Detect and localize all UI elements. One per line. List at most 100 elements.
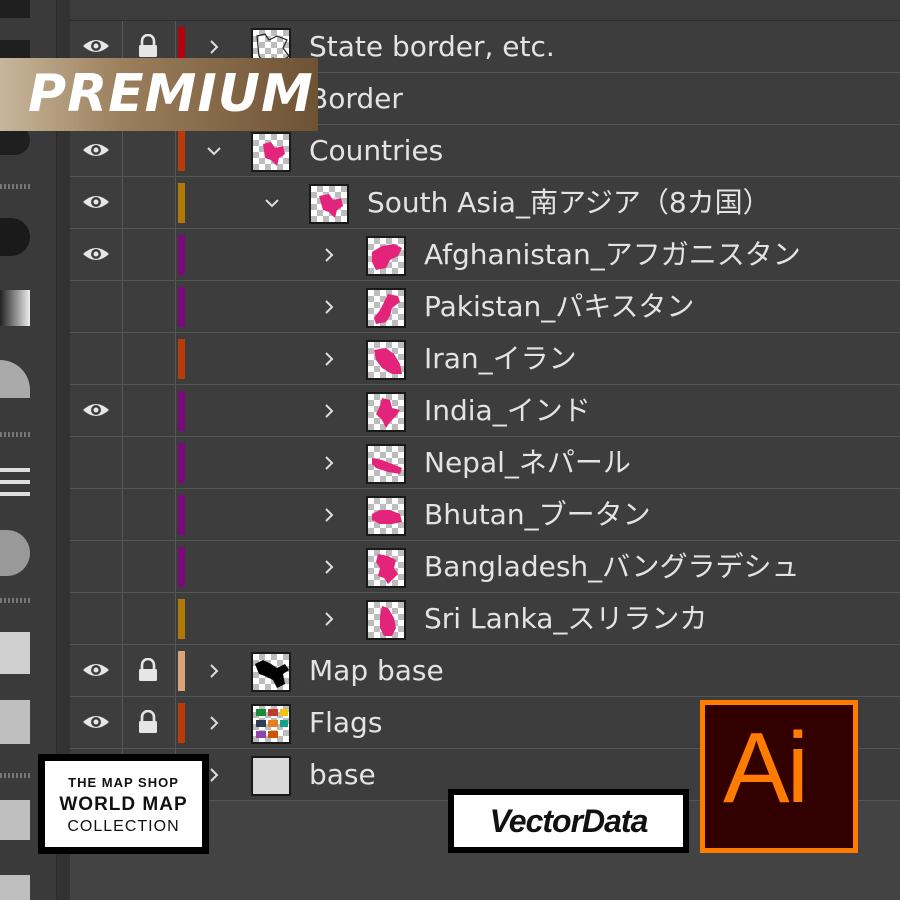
- visibility-toggle[interactable]: [70, 489, 123, 540]
- chevron-right-icon[interactable]: [206, 663, 222, 679]
- lock-toggle[interactable]: [123, 385, 176, 436]
- visibility-toggle[interactable]: [70, 125, 123, 176]
- chevron-right-icon[interactable]: [321, 559, 337, 575]
- eye-icon[interactable]: [82, 193, 110, 211]
- illustrator-logo-inner: Ai: [705, 705, 853, 848]
- chevron-down-icon[interactable]: [264, 195, 280, 211]
- layer-name[interactable]: Flags: [309, 697, 382, 748]
- chevron-right-icon[interactable]: [321, 299, 337, 315]
- chevron-right-icon[interactable]: [321, 403, 337, 419]
- lock-toggle[interactable]: [123, 281, 176, 332]
- panel-grip[interactable]: [0, 432, 30, 437]
- layer-name[interactable]: Border: [309, 73, 403, 124]
- align-icon[interactable]: [0, 462, 30, 496]
- type-tool-icon[interactable]: [0, 0, 30, 18]
- libraries-icon[interactable]: [0, 700, 30, 744]
- layer-row[interactable]: Afghanistan_アフガニスタン: [70, 229, 900, 281]
- panel-grip[interactable]: [0, 184, 30, 189]
- layer-name[interactable]: Bangladesh_バングラデシュ: [424, 541, 800, 592]
- layer-name[interactable]: State border, etc.: [309, 21, 555, 72]
- visibility-toggle[interactable]: [70, 281, 123, 332]
- gradient-icon[interactable]: [0, 290, 30, 326]
- layer-row[interactable]: Map base: [70, 645, 900, 697]
- vector-data-badge-inner: VectorData: [454, 795, 683, 847]
- premium-badge: PREMIUM: [0, 58, 318, 131]
- lock-toggle[interactable]: [123, 593, 176, 644]
- layer-row[interactable]: South Asia_南アジア（8カ国）: [70, 177, 900, 229]
- visibility-toggle[interactable]: [70, 437, 123, 488]
- layer-name[interactable]: Iran_イラン: [424, 333, 577, 384]
- layer-row[interactable]: Countries: [70, 125, 900, 177]
- eye-icon[interactable]: [82, 713, 110, 731]
- chevron-right-icon[interactable]: [321, 247, 337, 263]
- layers-panel-header: [70, 0, 900, 21]
- visibility-toggle[interactable]: [70, 593, 123, 644]
- lock-toggle[interactable]: [123, 125, 176, 176]
- visibility-toggle[interactable]: [70, 333, 123, 384]
- lock-toggle[interactable]: [123, 229, 176, 280]
- layer-row[interactable]: Iran_イラン: [70, 333, 900, 385]
- visibility-toggle[interactable]: [70, 385, 123, 436]
- artboard-icon[interactable]: [0, 632, 30, 674]
- lock-toggle[interactable]: [123, 177, 176, 228]
- visibility-toggle[interactable]: [70, 229, 123, 280]
- iran-thumbnail: [366, 340, 406, 380]
- layer-row[interactable]: Sri Lanka_スリランカ: [70, 593, 900, 645]
- nepal-thumbnail: [366, 444, 406, 484]
- lock-toggle[interactable]: [123, 333, 176, 384]
- map-shop-logo-inner: THE MAP SHOP WORLD MAP COLLECTION: [45, 761, 202, 847]
- layer-name[interactable]: Countries: [309, 125, 443, 176]
- illustrator-logo-text: Ai: [723, 712, 809, 824]
- color-palette-icon[interactable]: [0, 218, 30, 256]
- chevron-down-icon[interactable]: [206, 143, 222, 159]
- chevron-right-icon[interactable]: [206, 715, 222, 731]
- layer-name[interactable]: India_インド: [424, 385, 591, 436]
- eye-icon[interactable]: [82, 37, 110, 55]
- layer-name[interactable]: base: [309, 749, 376, 800]
- layer-color-swatch: [178, 703, 185, 743]
- eye-icon[interactable]: [82, 141, 110, 159]
- lock-toggle[interactable]: [123, 489, 176, 540]
- panel-grip[interactable]: [0, 773, 30, 778]
- chevron-right-icon[interactable]: [206, 39, 222, 55]
- visibility-toggle[interactable]: [70, 645, 123, 696]
- visibility-toggle[interactable]: [70, 541, 123, 592]
- swatches-fan-icon[interactable]: [0, 360, 30, 398]
- transparency-icon[interactable]: [0, 530, 30, 576]
- layer-name[interactable]: Sri Lanka_スリランカ: [424, 593, 707, 644]
- eye-icon[interactable]: [82, 401, 110, 419]
- layers-icon[interactable]: [0, 800, 30, 840]
- layer-row[interactable]: Bangladesh_バングラデシュ: [70, 541, 900, 593]
- layer-name[interactable]: Pakistan_パキスタン: [424, 281, 694, 332]
- map-base-thumbnail: [251, 652, 291, 692]
- chevron-right-icon[interactable]: [321, 611, 337, 627]
- visibility-toggle[interactable]: [70, 177, 123, 228]
- visibility-toggle[interactable]: [70, 697, 123, 748]
- layer-name[interactable]: Afghanistan_アフガニスタン: [424, 229, 801, 280]
- vector-data-text: VectorData: [489, 803, 649, 839]
- layer-row[interactable]: Bhutan_ブータン: [70, 489, 900, 541]
- chevron-right-icon[interactable]: [321, 455, 337, 471]
- layer-row[interactable]: Pakistan_パキスタン: [70, 281, 900, 333]
- artboards-icon[interactable]: [0, 875, 30, 900]
- chevron-right-icon[interactable]: [321, 351, 337, 367]
- layer-name[interactable]: Map base: [309, 645, 444, 696]
- panel-grip[interactable]: [0, 598, 30, 603]
- vector-data-badge: VectorData: [448, 789, 689, 853]
- eye-icon[interactable]: [82, 661, 110, 679]
- lock-toggle[interactable]: [123, 437, 176, 488]
- layer-row[interactable]: India_インド: [70, 385, 900, 437]
- lock-toggle[interactable]: [123, 541, 176, 592]
- lock-icon[interactable]: [137, 657, 159, 682]
- layer-color-swatch: [178, 183, 185, 223]
- layer-name[interactable]: Bhutan_ブータン: [424, 489, 651, 540]
- lock-icon[interactable]: [137, 709, 159, 734]
- eye-icon[interactable]: [82, 245, 110, 263]
- lock-icon[interactable]: [137, 33, 159, 58]
- layer-row[interactable]: Nepal_ネパール: [70, 437, 900, 489]
- chevron-right-icon[interactable]: [321, 507, 337, 523]
- layer-name[interactable]: South Asia_南アジア（8カ国）: [367, 177, 771, 228]
- afghanistan-thumbnail: [366, 236, 406, 276]
- layer-name[interactable]: Nepal_ネパール: [424, 437, 631, 488]
- layer-color-swatch: [178, 495, 185, 535]
